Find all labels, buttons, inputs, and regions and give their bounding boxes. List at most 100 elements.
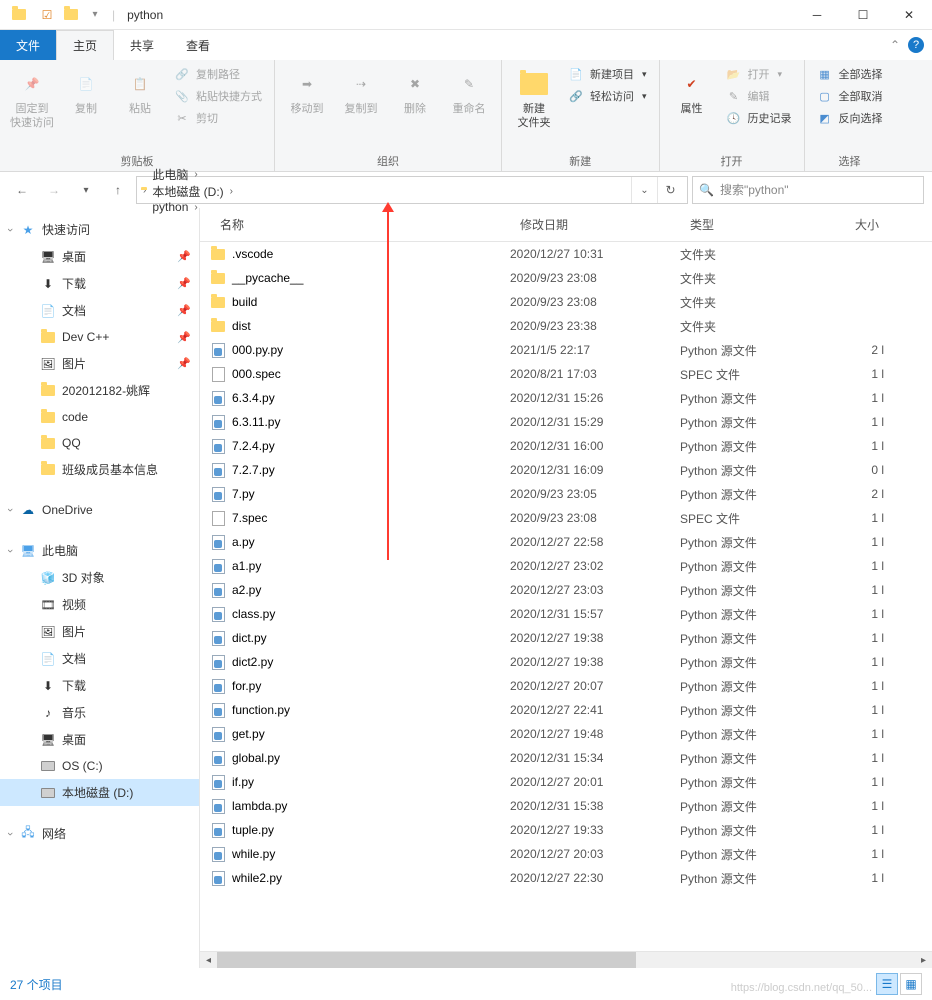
breadcrumb[interactable]: 此电脑› [148,166,237,183]
back-button[interactable]: ← [8,176,36,204]
select-none-button[interactable]: ▢全部取消 [811,86,889,106]
scroll-left-icon[interactable]: ◂ [200,952,217,969]
column-name[interactable]: 名称 [200,208,510,241]
file-row[interactable]: build2020/9/23 23:08文件夹 [200,290,932,314]
recent-dropdown[interactable]: ▾ [72,176,100,204]
tree-item[interactable]: ⬇下载 [0,672,199,699]
qat-folder-icon[interactable] [60,4,82,26]
address-bar[interactable]: › 此电脑›本地磁盘 (D:)›python› ⌄ ↻ [136,176,688,204]
file-row[interactable]: 7.spec2020/9/23 23:08SPEC 文件1 l [200,506,932,530]
search-input[interactable] [720,183,917,197]
properties-button[interactable]: ✔属性 [666,64,718,120]
delete-button[interactable]: ✖删除 [389,64,441,120]
file-row[interactable]: a2.py2020/12/27 23:03Python 源文件1 l [200,578,932,602]
tree-item[interactable]: 班级成员基本信息 [0,456,199,483]
file-row[interactable]: global.py2020/12/31 15:34Python 源文件1 l [200,746,932,770]
column-size[interactable]: 大小 [830,208,890,241]
tree-quickaccess[interactable]: ★快速访问 [0,216,199,243]
invert-selection-button[interactable]: ◩反向选择 [811,108,889,128]
file-row[interactable]: if.py2020/12/27 20:01Python 源文件1 l [200,770,932,794]
copy-button[interactable]: 📄复制 [60,64,112,120]
refresh-button[interactable]: ↻ [657,177,683,203]
help-icon[interactable]: ? [908,37,924,53]
up-button[interactable]: ↑ [104,176,132,204]
tab-view[interactable]: 查看 [170,30,226,60]
tree-item[interactable]: 📄文档📌 [0,297,199,324]
copy-to-button[interactable]: ⇢复制到 [335,64,387,120]
file-row[interactable]: for.py2020/12/27 20:07Python 源文件1 l [200,674,932,698]
file-row[interactable]: 7.py2020/9/23 23:05Python 源文件2 l [200,482,932,506]
easy-access-button[interactable]: 🔗轻松访问▾ [562,86,653,106]
tree-item[interactable]: 📄文档 [0,645,199,672]
file-row[interactable]: 7.2.7.py2020/12/31 16:09Python 源文件0 l [200,458,932,482]
tree-item[interactable]: 🖼图片 [0,618,199,645]
move-to-button[interactable]: ➡移动到 [281,64,333,120]
new-folder-button[interactable]: 新建 文件夹 [508,64,560,134]
new-item-button[interactable]: 📄新建项目▾ [562,64,653,84]
tree-item[interactable]: QQ [0,430,199,456]
tree-item[interactable]: ♪音乐 [0,699,199,726]
column-date[interactable]: 修改日期 [510,208,680,241]
file-row[interactable]: dict.py2020/12/27 19:38Python 源文件1 l [200,626,932,650]
file-row[interactable]: class.py2020/12/31 15:57Python 源文件1 l [200,602,932,626]
cut-button[interactable]: ✂剪切 [168,108,268,128]
minimize-button[interactable]: ─ [794,0,840,30]
maximize-button[interactable]: ☐ [840,0,886,30]
tab-share[interactable]: 共享 [114,30,170,60]
tree-item[interactable]: OS (C:) [0,753,199,779]
scroll-right-icon[interactable]: ▸ [915,952,932,969]
tree-item[interactable]: 🖥桌面 [0,726,199,753]
qat-dropdown-icon[interactable]: ▾ [84,4,106,26]
tab-file[interactable]: 文件 [0,30,56,60]
history-button[interactable]: 🕓历史记录 [720,108,798,128]
select-all-button[interactable]: ▦全部选择 [811,64,889,84]
file-row[interactable]: get.py2020/12/27 19:48Python 源文件1 l [200,722,932,746]
paste-shortcut-button[interactable]: 📎粘贴快捷方式 [168,86,268,106]
forward-button[interactable]: → [40,176,68,204]
details-view-button[interactable]: ☰ [876,973,898,995]
tree-item[interactable]: 本地磁盘 (D:) [0,779,199,806]
tree-item[interactable]: 🖥桌面📌 [0,243,199,270]
paste-button[interactable]: 📋粘贴 [114,64,166,120]
tree-item[interactable]: code [0,404,199,430]
file-row[interactable]: lambda.py2020/12/31 15:38Python 源文件1 l [200,794,932,818]
qat-checkbox-icon[interactable]: ☑ [36,4,58,26]
file-row[interactable]: while.py2020/12/27 20:03Python 源文件1 l [200,842,932,866]
tab-home[interactable]: 主页 [56,30,114,60]
file-row[interactable]: while2.py2020/12/27 22:30Python 源文件1 l [200,866,932,890]
pin-to-quickaccess-button[interactable]: 📌固定到 快速访问 [6,64,58,134]
collapse-ribbon-icon[interactable]: ⌃ [890,38,900,52]
column-type[interactable]: 类型 [680,208,830,241]
icons-view-button[interactable]: ▦ [900,973,922,995]
file-row[interactable]: dict2.py2020/12/27 19:38Python 源文件1 l [200,650,932,674]
tree-item[interactable]: 🎞视频 [0,591,199,618]
file-row[interactable]: 000.py.py2021/1/5 22:17Python 源文件2 l [200,338,932,362]
rename-button[interactable]: ✎重命名 [443,64,495,120]
file-row[interactable]: 7.2.4.py2020/12/31 16:00Python 源文件1 l [200,434,932,458]
file-row[interactable]: a1.py2020/12/27 23:02Python 源文件1 l [200,554,932,578]
open-button[interactable]: 📂打开▾ [720,64,798,84]
tree-item[interactable]: ⬇下载📌 [0,270,199,297]
file-row[interactable]: a.py2020/12/27 22:58Python 源文件1 l [200,530,932,554]
tree-item[interactable]: Dev C++📌 [0,324,199,350]
tree-item[interactable]: 202012182-姚辉 [0,377,199,404]
copy-path-button[interactable]: 🔗复制路径 [168,64,268,84]
file-row[interactable]: __pycache__2020/9/23 23:08文件夹 [200,266,932,290]
breadcrumb[interactable]: 本地磁盘 (D:)› [148,183,237,200]
file-row[interactable]: dist2020/9/23 23:38文件夹 [200,314,932,338]
tree-thispc[interactable]: 🖥此电脑 [0,537,199,564]
horizontal-scrollbar[interactable]: ◂ ▸ [200,951,932,968]
file-row[interactable]: tuple.py2020/12/27 19:33Python 源文件1 l [200,818,932,842]
file-row[interactable]: 6.3.11.py2020/12/31 15:29Python 源文件1 l [200,410,932,434]
file-row[interactable]: 000.spec2020/8/21 17:03SPEC 文件1 l [200,362,932,386]
tree-network[interactable]: 🖧网络 [0,820,199,847]
address-dropdown[interactable]: ⌄ [631,177,657,203]
close-button[interactable]: ✕ [886,0,932,30]
tree-onedrive[interactable]: ☁OneDrive [0,497,199,523]
list-body[interactable]: .vscode2020/12/27 10:31文件夹__pycache__202… [200,242,932,951]
tree-item[interactable]: 🧊3D 对象 [0,564,199,591]
navigation-tree[interactable]: ★快速访问 🖥桌面📌⬇下载📌📄文档📌Dev C++📌🖼图片📌202012182-… [0,208,200,968]
edit-button[interactable]: ✎编辑 [720,86,798,106]
file-row[interactable]: 6.3.4.py2020/12/31 15:26Python 源文件1 l [200,386,932,410]
tree-item[interactable]: 🖼图片📌 [0,350,199,377]
